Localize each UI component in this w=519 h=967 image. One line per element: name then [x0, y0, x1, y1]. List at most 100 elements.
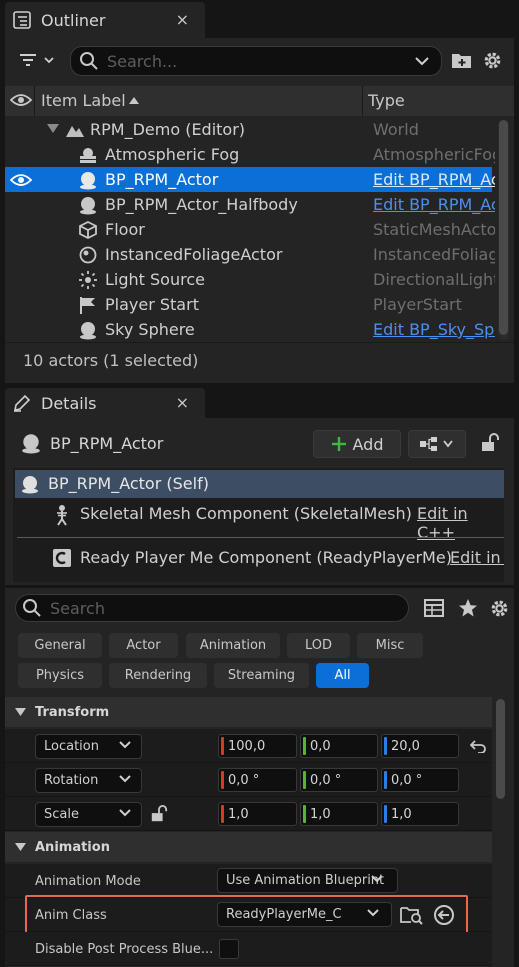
search-placeholder: Search: [50, 598, 105, 618]
row-label: BP_RPM_Actor: [105, 170, 219, 189]
gear-icon[interactable]: [482, 50, 503, 71]
animation-mode-dropdown[interactable]: Use Animation Blueprint: [217, 868, 398, 893]
blueprint-sphere-icon: [78, 320, 98, 340]
component-skeletal-label: Skeletal Mesh Component (SkeletalMesh): [80, 504, 412, 523]
outliner-row[interactable]: BP_RPM_Actor_Halfbody Edit BP_RPM_Actor_…: [5, 192, 495, 217]
actor-count-status: 10 actors (1 selected): [23, 351, 199, 370]
outliner-close-icon[interactable]: ×: [176, 10, 189, 29]
outliner-row[interactable]: RPM_Demo (Editor) World: [5, 117, 492, 142]
rotation-x-field[interactable]: 0,0 °: [218, 768, 297, 792]
filter-lod[interactable]: LOD: [287, 633, 350, 658]
details-close-icon[interactable]: ×: [176, 393, 189, 412]
divider: [17, 537, 504, 538]
filter-physics[interactable]: Physics: [18, 663, 102, 688]
star-icon[interactable]: [458, 598, 478, 618]
search-placeholder: Search...: [107, 51, 178, 71]
sort-ascending-icon: [129, 97, 139, 104]
rotation-z-field[interactable]: 0,0 °: [381, 768, 459, 792]
row-label: RPM_Demo (Editor): [90, 120, 246, 139]
flag-icon: [78, 295, 98, 315]
expand-arrow-icon[interactable]: [47, 124, 59, 133]
rotation-y-field[interactable]: 0,0 °: [300, 768, 378, 792]
world-icon: [65, 120, 85, 140]
filter-all[interactable]: All: [316, 663, 369, 688]
search-icon: [22, 598, 42, 618]
outliner-scrollbar-thumb[interactable]: [499, 120, 508, 335]
location-y-value: 0,0: [310, 738, 331, 754]
reset-arrow-icon[interactable]: [470, 739, 486, 753]
component-self-row[interactable]: BP_RPM_Actor (Self): [15, 470, 504, 498]
actor-name: BP_RPM_Actor: [50, 434, 164, 453]
highlight-box: [25, 895, 468, 935]
location-z-field[interactable]: 20,0: [381, 734, 459, 758]
outliner-row[interactable]: Light Source DirectionalLight: [5, 267, 495, 292]
scale-x-field[interactable]: 1,0: [218, 802, 297, 826]
location-dropdown[interactable]: Location: [35, 734, 142, 759]
outliner-row[interactable]: Floor StaticMeshActor: [5, 217, 495, 242]
column-item-label[interactable]: Item Label: [41, 91, 126, 110]
component-rpm-row[interactable]: Ready Player Me Component (ReadyPlayerMe…: [15, 544, 504, 572]
outliner-search-input[interactable]: Search...: [70, 46, 442, 76]
filter-general[interactable]: General: [18, 633, 102, 658]
visibility-eye-icon[interactable]: [10, 92, 32, 108]
divider: [5, 342, 514, 343]
hierarchy-icon: [419, 436, 455, 452]
column-divider: [362, 86, 363, 116]
filter-animation[interactable]: Animation: [186, 633, 280, 658]
filter-actor[interactable]: Actor: [109, 633, 178, 658]
gear-icon[interactable]: [489, 598, 510, 619]
row-type: DirectionalLight: [373, 270, 495, 289]
location-x-value: 100,0: [228, 738, 266, 754]
add-folder-icon[interactable]: [451, 50, 473, 70]
unlock-icon[interactable]: [480, 433, 500, 453]
blueprint-sphere-icon: [20, 432, 42, 454]
fog-icon: [78, 145, 98, 165]
details-tab[interactable]: Details ×: [5, 388, 205, 418]
component-skeletal-row[interactable]: Skeletal Mesh Component (SkeletalMesh) E…: [15, 500, 504, 542]
outliner-row[interactable]: InstancedFoliageActor InstancedFoliageAc…: [5, 242, 495, 267]
transform-section-header[interactable]: Transform: [5, 697, 492, 727]
location-row: Location 100,0 0,0 20,0: [5, 729, 492, 763]
column-type[interactable]: Type: [368, 91, 405, 110]
rotation-y-value: 0,0 °: [310, 772, 342, 788]
scale-dropdown[interactable]: Scale: [35, 802, 142, 827]
chevron-down-icon[interactable]: [415, 56, 429, 66]
edit-in-cpp-link[interactable]: Edit in C++: [450, 548, 504, 567]
outliner-tab[interactable]: Outliner ×: [5, 2, 205, 38]
unlock-icon[interactable]: [150, 805, 168, 823]
location-label: Location: [44, 739, 99, 754]
table-view-icon[interactable]: [424, 599, 444, 617]
row-type: InstancedFoliageActor: [373, 245, 495, 264]
outliner-row-selected[interactable]: BP_RPM_Actor Edit BP_RPM_Actor: [5, 167, 495, 192]
add-component-button[interactable]: Add: [313, 430, 401, 458]
scale-y-field[interactable]: 1,0: [300, 802, 378, 826]
animation-mode-row: Animation Mode Use Animation Blueprint: [5, 864, 492, 898]
row-label: BP_RPM_Actor_Halfbody: [105, 195, 298, 214]
outliner-row[interactable]: Player Start PlayerStart: [5, 292, 492, 317]
row-label: InstancedFoliageActor: [105, 245, 283, 264]
visibility-eye-icon[interactable]: [10, 172, 32, 188]
disable-post-process-checkbox[interactable]: [219, 939, 239, 959]
filter-icon[interactable]: [18, 50, 56, 72]
row-type-link[interactable]: Edit BP_Sky_Sphere: [373, 320, 495, 339]
rotation-dropdown[interactable]: Rotation: [35, 768, 142, 793]
scale-z-field[interactable]: 1,0: [381, 802, 459, 826]
chevron-down-icon: [371, 874, 383, 883]
filter-misc[interactable]: Misc: [357, 633, 423, 658]
component-self-label: BP_RPM_Actor (Self): [48, 474, 209, 493]
location-x-field[interactable]: 100,0: [218, 734, 297, 758]
filter-rendering[interactable]: Rendering: [109, 663, 207, 688]
row-type-link[interactable]: Edit BP_RPM_Actor_Halfbody: [373, 195, 495, 214]
outliner-row[interactable]: Atmospheric Fog AtmosphericFog: [5, 142, 495, 167]
rotation-z-value: 0,0 °: [391, 772, 423, 788]
details-search-input[interactable]: Search: [15, 594, 409, 622]
details-scrollbar-thumb[interactable]: [496, 699, 505, 799]
outliner-scrollbar[interactable]: [498, 120, 509, 340]
blueprint-options-button[interactable]: [408, 430, 466, 458]
animation-section-header[interactable]: Animation: [5, 832, 492, 862]
cube-icon: [78, 220, 98, 240]
row-type-link[interactable]: Edit BP_RPM_Actor: [373, 170, 495, 189]
filter-streaming[interactable]: Streaming: [214, 663, 309, 688]
outliner-row[interactable]: Sky Sphere Edit BP_Sky_Sphere: [5, 317, 495, 342]
location-y-field[interactable]: 0,0: [300, 734, 378, 758]
